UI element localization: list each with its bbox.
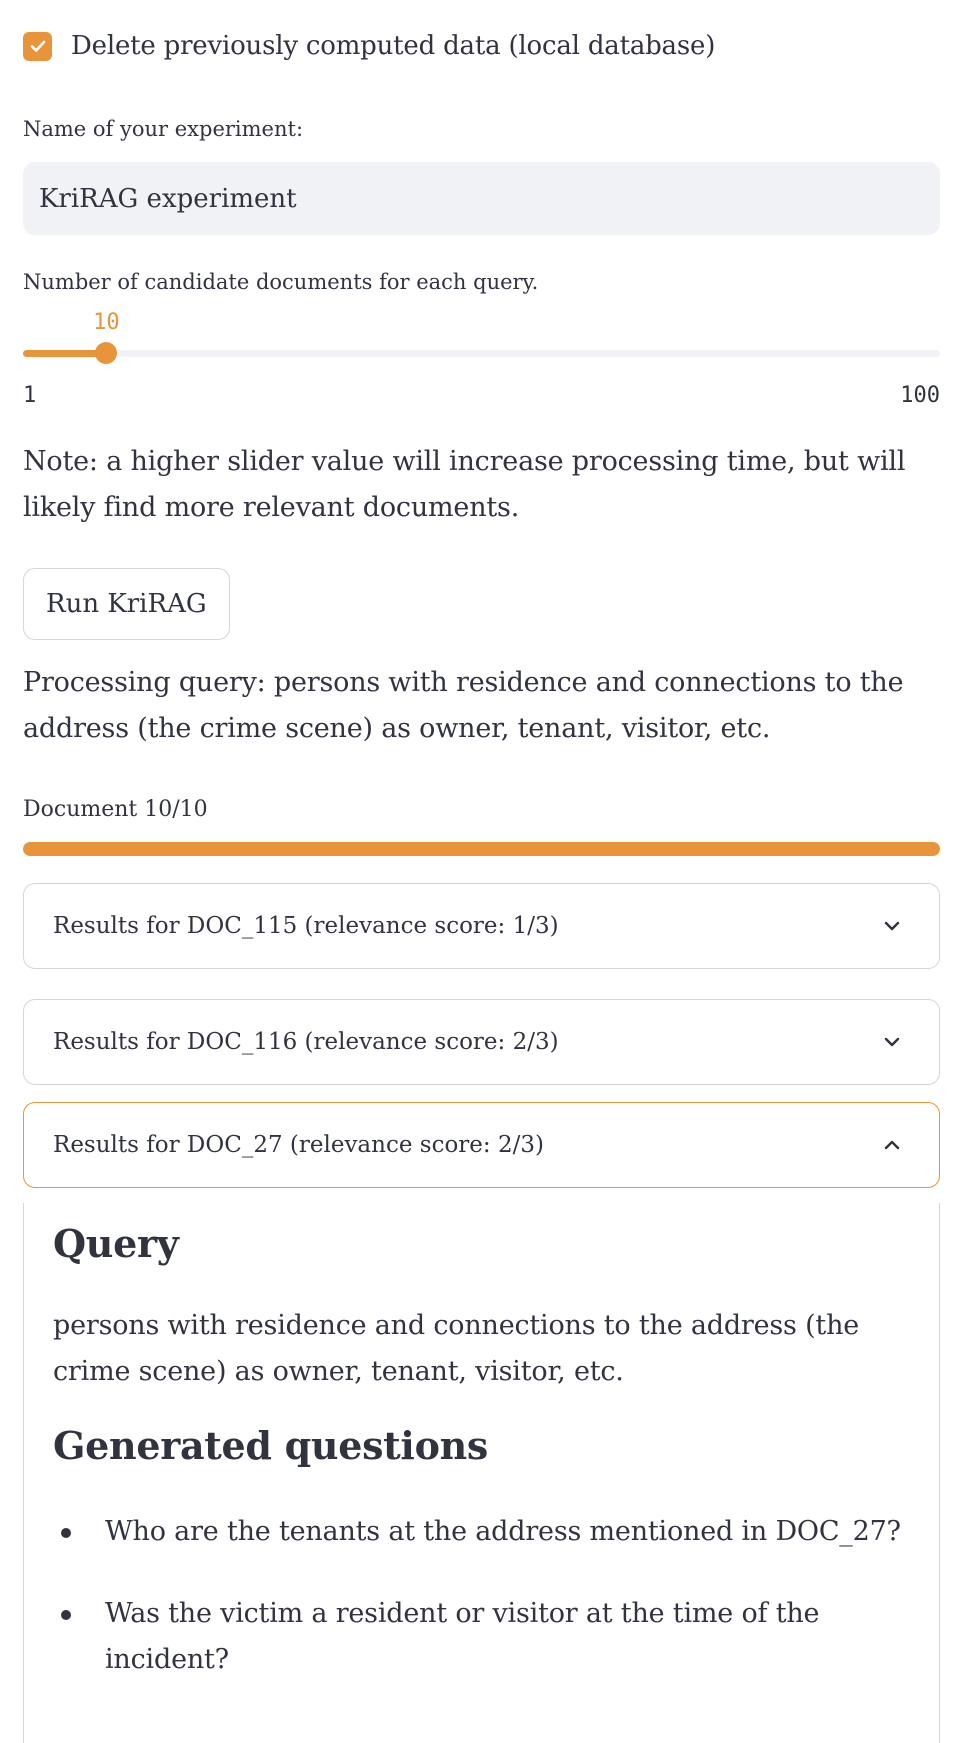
- generated-questions-list: Who are the tenants at the address menti…: [53, 1509, 913, 1719]
- slider-track[interactable]: [23, 350, 940, 357]
- chevron-down-icon: [880, 1030, 904, 1054]
- result-expander-doc-115[interactable]: Results for DOC_115 (relevance score: 1/…: [23, 883, 940, 969]
- bullet-icon: [61, 1610, 71, 1620]
- result-expander-label: Results for DOC_115 (relevance score: 1/…: [53, 913, 559, 939]
- slider-max-label: 100: [900, 383, 940, 408]
- slider-current-value: 10: [93, 310, 120, 335]
- list-item: Was the victim a resident or visitor at …: [53, 1591, 913, 1683]
- list-item: Who are the tenants at the address menti…: [53, 1509, 913, 1555]
- result-expander-doc-116[interactable]: Results for DOC_116 (relevance score: 2/…: [23, 999, 940, 1085]
- chevron-down-icon: [880, 914, 904, 938]
- result-expander-doc-27[interactable]: Results for DOC_27 (relevance score: 2/3…: [23, 1102, 940, 1188]
- query-text: persons with residence and connections t…: [53, 1310, 860, 1387]
- question-text: Was the victim a resident or visitor at …: [105, 1598, 820, 1675]
- delete-data-checkbox[interactable]: [23, 31, 52, 61]
- experiment-name-label: Name of your experiment:: [23, 117, 304, 141]
- result-expander-body-doc-27: Query persons with residence and connect…: [23, 1203, 940, 1743]
- candidate-slider[interactable]: 10 1 100: [23, 310, 940, 408]
- processing-query-text: Processing query: persons with residence…: [23, 667, 904, 744]
- candidate-slider-label: Number of candidate documents for each q…: [23, 270, 539, 294]
- checkmark-icon: [30, 40, 45, 52]
- progress-bar: [23, 842, 940, 856]
- slider-note: Note: a higher slider value will increas…: [23, 446, 906, 523]
- delete-data-checkbox-row[interactable]: Delete previously computed data (local d…: [23, 30, 715, 62]
- slider-min-label: 1: [23, 383, 37, 408]
- generated-questions-heading: Generated questions: [53, 1423, 489, 1468]
- slider-fill: [23, 350, 107, 357]
- progress-label: Document 10/10: [23, 797, 208, 822]
- delete-data-checkbox-label[interactable]: Delete previously computed data (local d…: [71, 31, 715, 61]
- result-expander-label: Results for DOC_116 (relevance score: 2/…: [53, 1029, 559, 1055]
- experiment-name-input[interactable]: [23, 162, 940, 235]
- progress-bar-fill: [23, 842, 940, 856]
- bullet-icon: [61, 1528, 71, 1538]
- result-expander-label: Results for DOC_27 (relevance score: 2/3…: [53, 1132, 544, 1158]
- query-heading: Query: [53, 1221, 179, 1266]
- slider-thumb[interactable]: [95, 342, 118, 364]
- run-krirag-button[interactable]: Run KriRAG: [23, 568, 230, 640]
- question-text: Who are the tenants at the address menti…: [105, 1516, 901, 1547]
- chevron-up-icon: [880, 1133, 904, 1157]
